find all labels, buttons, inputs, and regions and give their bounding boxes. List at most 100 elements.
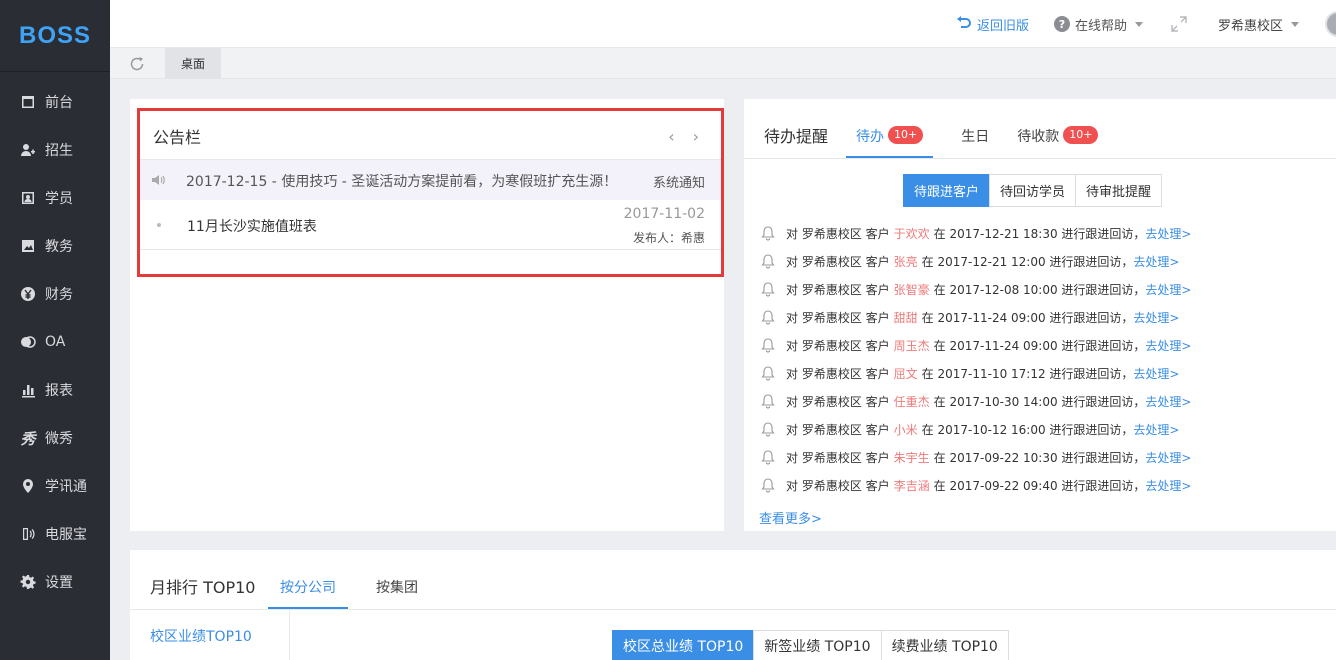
customer-name[interactable]: 张亮 xyxy=(894,253,918,270)
reminder-prefix: 对 罗希惠校区 客户 xyxy=(786,226,890,241)
return-icon xyxy=(957,16,971,28)
online-help-label: 在线帮助 xyxy=(1075,18,1128,34)
customer-name[interactable]: 甜甜 xyxy=(894,309,918,326)
tab-todo[interactable]: 待办 10+ xyxy=(846,126,934,158)
sidebar-item-reports[interactable]: 报表 xyxy=(0,366,110,414)
chevron-left-icon[interactable]: ‹ xyxy=(668,127,674,146)
count-badge: 10+ xyxy=(1063,126,1099,144)
bell-icon xyxy=(761,254,775,269)
return-old-version-link[interactable]: 返回旧版 xyxy=(955,0,1029,48)
fullscreen-button[interactable] xyxy=(1171,0,1187,48)
sidebar-item-academic[interactable]: 教务 xyxy=(0,222,110,270)
handle-link[interactable]: 去处理> xyxy=(1145,225,1191,242)
view-more-link[interactable]: 查看更多> xyxy=(759,508,822,527)
segment-approval-reminders[interactable]: 待审批提醒 xyxy=(1075,174,1163,207)
expand-icon xyxy=(1171,16,1187,32)
customer-name[interactable]: 屈文 xyxy=(894,365,918,382)
sidebar-item-label: 财务 xyxy=(45,287,73,303)
side-menu-item-campus-top10[interactable]: 校区业绩TOP10 xyxy=(150,626,252,646)
notice-panel: 公告栏 ‹ › 2017-12-15 - 使用技巧 - 圣诞活动方案提前看，为寒… xyxy=(130,99,724,531)
customer-name[interactable]: 任重杰 xyxy=(894,393,930,410)
help-icon: ? xyxy=(1054,16,1070,32)
add-user-icon xyxy=(20,142,36,158)
reminder-time: 在 2017-12-21 18:30 进行跟进回访， xyxy=(933,226,1146,241)
notice-pager: ‹ › xyxy=(668,127,699,146)
sidebar-item-oa[interactable]: OA xyxy=(0,318,110,366)
reminder-item: 对 罗希惠校区 客户 张亮在 2017-12-21 12:00 进行跟进回访， 去处… xyxy=(760,247,1191,275)
chevron-right-icon[interactable]: › xyxy=(693,127,699,146)
ranking-panel: 月排行 TOP10 按分公司 按集团 校区业绩TOP10 校区总业绩 TOP10… xyxy=(130,550,1336,660)
notice-title: 公告栏 xyxy=(153,128,202,147)
notice-item[interactable]: 2017-12-15 - 使用技巧 - 圣诞活动方案提前看，为寒假班扩充生源！ … xyxy=(140,160,721,200)
logo[interactable]: BOSS xyxy=(0,0,110,72)
notice-date: 2017-11-02 xyxy=(623,206,705,222)
sidebar-item-finance[interactable]: 财务 xyxy=(0,270,110,318)
bullet-icon xyxy=(157,223,161,227)
todo-title: 待办提醒 xyxy=(764,127,829,146)
customer-name[interactable]: 朱宇生 xyxy=(894,449,930,466)
customer-name[interactable]: 张智豪 xyxy=(894,281,930,298)
speaker-icon xyxy=(152,175,165,185)
campus-name: 罗希惠校区 xyxy=(1218,18,1284,34)
chevron-down-icon xyxy=(1135,21,1144,27)
handle-link[interactable]: 去处理> xyxy=(1145,449,1191,466)
student-icon xyxy=(20,190,36,206)
handle-link[interactable]: 去处理> xyxy=(1145,337,1191,354)
customer-name[interactable]: 周玉杰 xyxy=(894,337,930,354)
segment-new-signups[interactable]: 新签业绩 TOP10 xyxy=(753,630,882,660)
bell-icon xyxy=(761,366,775,381)
reminder-time: 在 2017-11-10 17:12 进行跟进回访， xyxy=(921,366,1134,381)
sidebar-item-students[interactable]: 学员 xyxy=(0,174,110,222)
ranking-title: 月排行 TOP10 xyxy=(150,578,256,597)
segment-follow-up-customers[interactable]: 待跟进客户 xyxy=(903,174,991,207)
tab-bar: 桌面 xyxy=(110,48,1336,79)
teaching-icon xyxy=(20,238,36,254)
sidebar-item-weixiu[interactable]: 秀 微秀 xyxy=(0,414,110,462)
handle-link[interactable]: 去处理> xyxy=(1133,253,1179,270)
sidebar-item-desk[interactable]: 前台 xyxy=(0,78,110,126)
segment-campus-total[interactable]: 校区总业绩 TOP10 xyxy=(612,630,755,660)
tab-pending-payment[interactable]: 待收款 10+ xyxy=(1017,126,1099,158)
sidebar-item-label: 招生 xyxy=(45,143,73,159)
reminder-time: 在 2017-09-22 09:40 进行跟进回访， xyxy=(933,478,1146,493)
segment-renewals[interactable]: 续费业绩 TOP10 xyxy=(880,630,1009,660)
handle-link[interactable]: 去处理> xyxy=(1145,477,1191,494)
notice-item[interactable]: 11月长沙实施值班表 2017-11-02 发布人：希惠 xyxy=(140,200,721,250)
reminder-item: 对 罗希惠校区 客户 甜甜在 2017-11-24 09:00 进行跟进回访， 去处… xyxy=(760,303,1191,331)
handle-link[interactable]: 去处理> xyxy=(1133,421,1179,438)
reminder-prefix: 对 罗希惠校区 客户 xyxy=(786,366,890,381)
tab-by-group[interactable]: 按集团 xyxy=(376,577,418,609)
tab-birthday[interactable]: 生日 xyxy=(961,126,989,158)
reminder-prefix: 对 罗希惠校区 客户 xyxy=(786,478,890,493)
sidebar-item-settings[interactable]: 设置 xyxy=(0,558,110,606)
avatar[interactable] xyxy=(1325,11,1336,37)
sidebar-item-xuexuntong[interactable]: 学讯通 xyxy=(0,462,110,510)
handle-link[interactable]: 去处理> xyxy=(1145,281,1191,298)
sidebar-item-dianfubao[interactable]: 电服宝 xyxy=(0,510,110,558)
reminder-list: 对 罗希惠校区 客户 于欢欢在 2017-12-21 18:30 进行跟进回访，去… xyxy=(760,219,1191,499)
reminder-prefix: 对 罗希惠校区 客户 xyxy=(786,394,890,409)
handle-link[interactable]: 去处理> xyxy=(1133,309,1179,326)
reminder-prefix: 对 罗希惠校区 客户 xyxy=(786,338,890,353)
oa-icon xyxy=(20,334,36,350)
segment-revisit-students[interactable]: 待回访学员 xyxy=(989,174,1077,207)
online-help-dropdown[interactable]: ? 在线帮助 xyxy=(1054,0,1144,48)
handle-link[interactable]: 去处理> xyxy=(1133,365,1179,382)
bell-icon xyxy=(761,422,775,437)
tab-label: 待收款 xyxy=(1017,129,1060,145)
tab-desktop[interactable]: 桌面 xyxy=(165,48,221,79)
refresh-icon[interactable] xyxy=(129,56,145,72)
reminder-prefix: 对 罗希惠校区 客户 xyxy=(786,282,890,297)
customer-name[interactable]: 李吉涵 xyxy=(894,477,930,494)
handle-link[interactable]: 去处理> xyxy=(1145,393,1191,410)
customer-name[interactable]: 于欢欢 xyxy=(894,225,930,242)
weixiu-icon: 秀 xyxy=(20,429,36,448)
reminder-time: 在 2017-11-24 09:00 进行跟进回访， xyxy=(921,310,1134,325)
customer-name[interactable]: 小米 xyxy=(894,421,918,438)
todo-segmented-control: 待跟进客户 待回访学员 待审批提醒 xyxy=(903,174,1163,207)
yen-icon xyxy=(20,286,36,302)
bell-icon xyxy=(761,394,775,409)
sidebar-item-enroll[interactable]: 招生 xyxy=(0,126,110,174)
campus-selector[interactable]: 罗希惠校区 xyxy=(1218,0,1300,48)
tab-by-branch[interactable]: 按分公司 xyxy=(268,577,348,609)
